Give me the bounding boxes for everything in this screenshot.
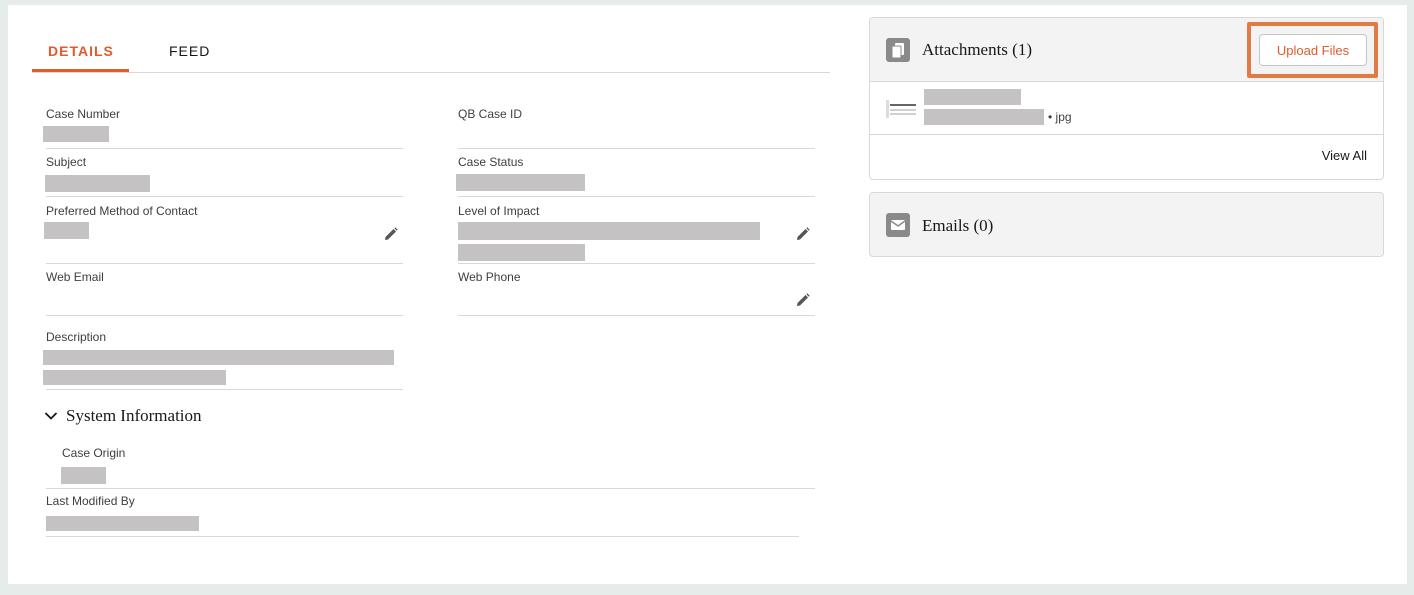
tab-feed[interactable]: FEED [169,43,210,59]
web-phone-label: Web Phone [458,270,521,284]
divider [458,196,815,197]
divider [46,148,403,149]
description-line-redacted [43,370,226,385]
tab-details[interactable]: DETAILS [48,43,114,59]
case-record-page: DETAILS FEED Case Number Subject Preferr… [8,5,1407,584]
emails-card: Emails (0) [869,192,1384,257]
case-origin-value-redacted [61,467,106,484]
divider [458,315,815,316]
divider [46,536,799,537]
attachment-name-redacted [924,89,1021,105]
subject-label: Subject [46,155,87,169]
preferred-contact-label: Preferred Method of Contact [46,204,198,218]
system-information-toggle[interactable]: System Information [44,406,202,426]
divider [46,315,403,316]
case-status-label: Case Status [458,155,524,169]
chevron-down-icon [44,412,58,420]
email-icon [886,213,910,237]
preferred-contact-value-redacted [44,222,89,239]
attachments-card-header: Attachments (1) Upload Files [870,18,1383,82]
divider [458,263,815,264]
divider [46,263,403,264]
level-of-impact-line-redacted [458,244,585,261]
attachment-meta-redacted [924,109,1044,125]
edit-pencil-icon[interactable] [384,227,398,241]
case-number-value-redacted [43,126,109,142]
case-origin-label: Case Origin [62,446,126,460]
view-all-link[interactable]: View All [1322,148,1367,163]
qb-case-id-label: QB Case ID [458,107,523,121]
edit-pencil-icon[interactable] [796,293,810,307]
attachment-extension: • jpg [1048,110,1072,124]
case-number-label: Case Number [46,107,121,121]
subject-value-redacted [45,175,150,192]
system-information-title: System Information [66,406,202,425]
file-icon [886,38,910,62]
upload-files-button[interactable]: Upload Files [1259,34,1367,66]
level-of-impact-line-redacted [458,222,760,240]
active-tab-indicator [32,69,129,72]
description-label: Description [46,330,107,344]
case-status-value-redacted [456,174,585,191]
divider [46,196,403,197]
level-of-impact-label: Level of Impact [458,204,540,218]
last-modified-by-value-redacted [46,516,199,531]
edit-pencil-icon[interactable] [796,227,810,241]
tab-bar: DETAILS FEED [32,5,830,73]
divider [870,134,1383,135]
attachments-card: Attachments (1) Upload Files • jpg View … [869,17,1384,180]
image-thumbnail-icon [886,100,916,118]
attachments-title: Attachments (1) [922,40,1032,59]
emails-title: Emails (0) [922,216,994,235]
divider [46,389,403,390]
web-email-label: Web Email [46,270,104,284]
description-line-redacted [43,350,394,365]
divider [458,148,815,149]
divider [46,488,815,489]
last-modified-by-label: Last Modified By [46,494,135,508]
